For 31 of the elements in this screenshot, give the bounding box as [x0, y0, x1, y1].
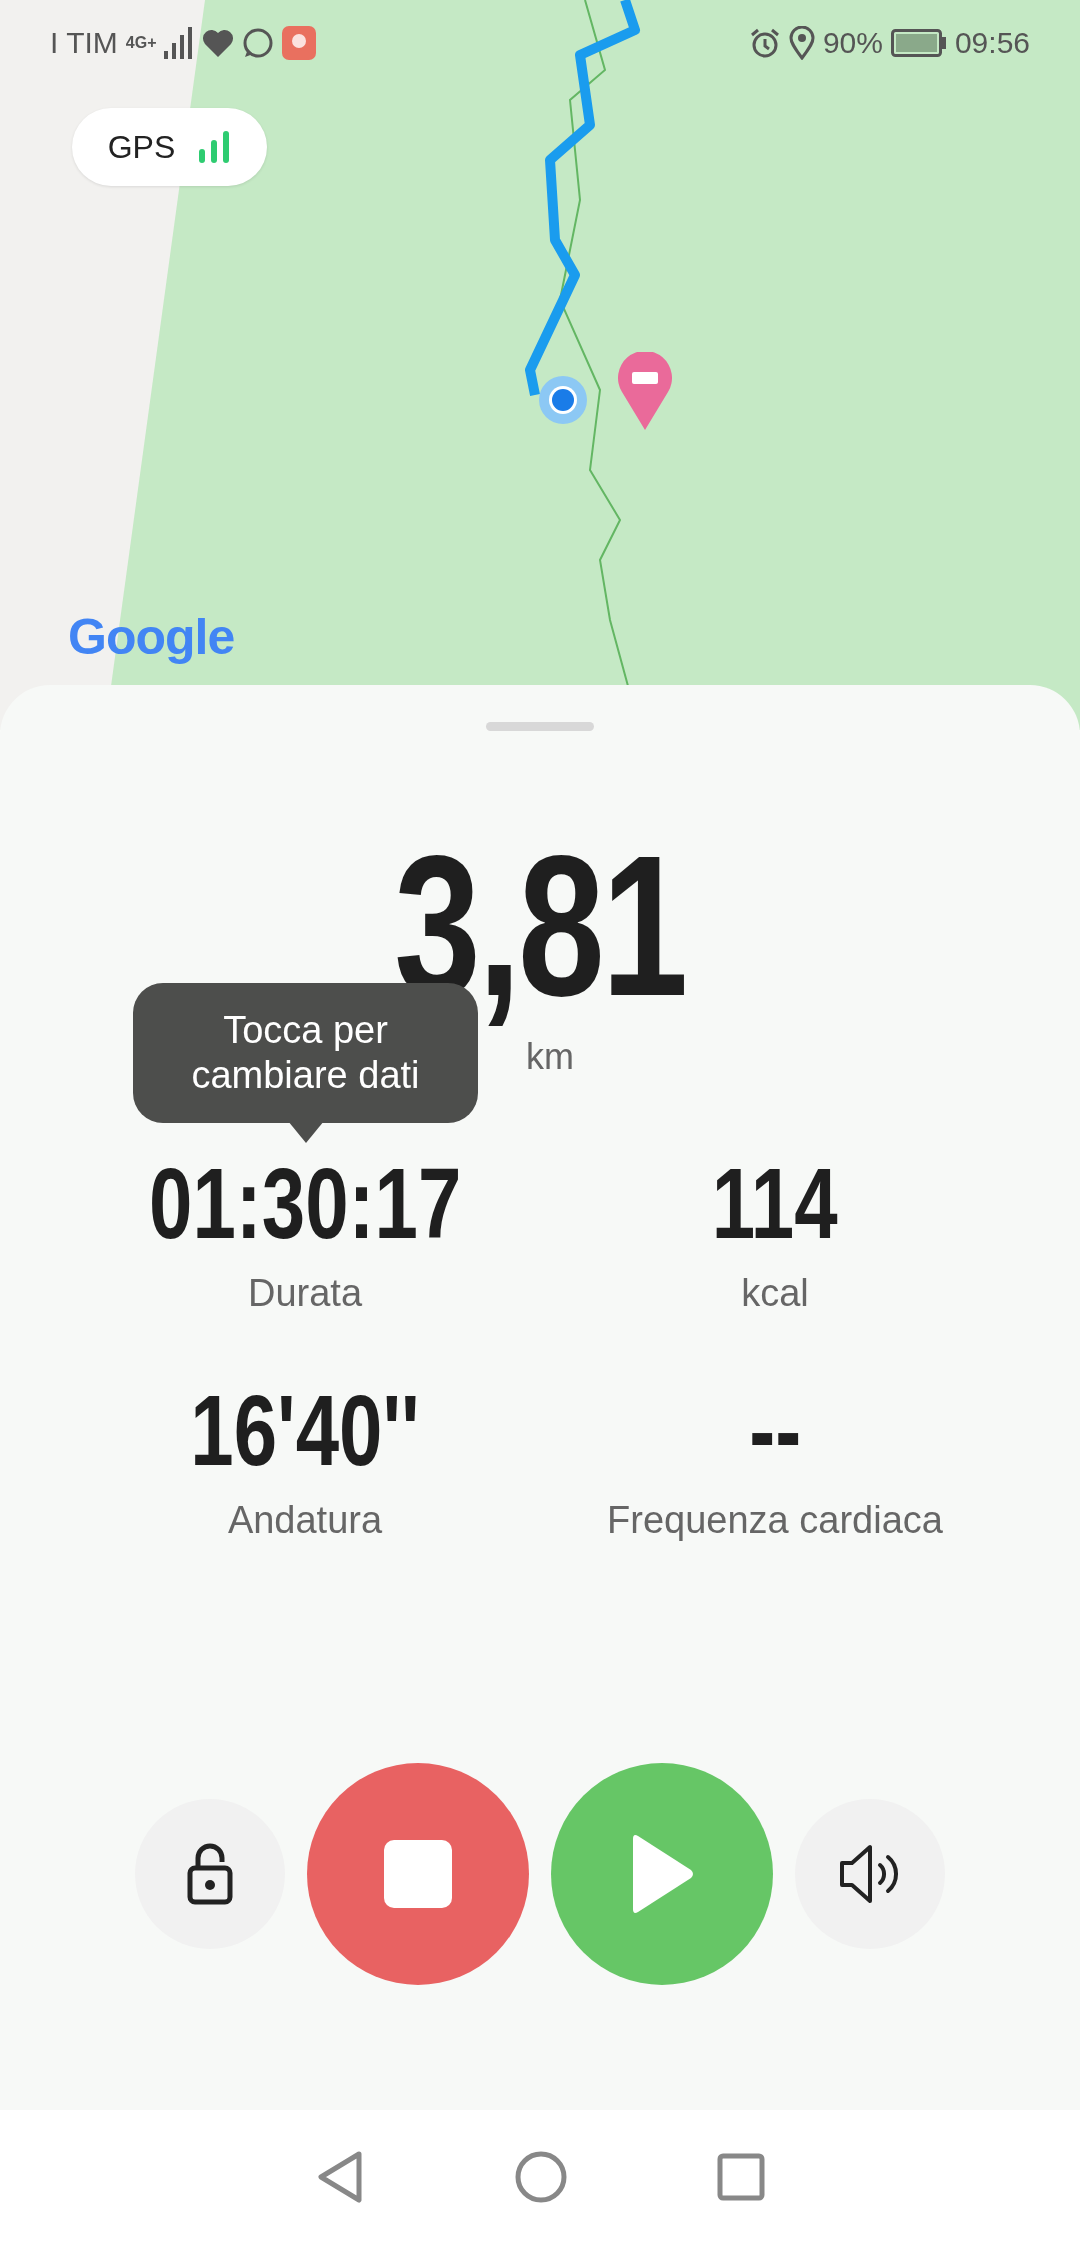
network-type: 4G+ [125, 34, 157, 52]
stat-label: Frequenza cardiaca [607, 1499, 943, 1542]
battery-icon [890, 29, 947, 57]
battery-percent: 90% [822, 26, 883, 60]
stat-value[interactable]: 16'40'' [190, 1375, 420, 1485]
distance-unit: km [526, 1036, 574, 1078]
stat-label: kcal [741, 1272, 809, 1315]
signal-icon [164, 27, 195, 59]
stat-value[interactable]: 114 [712, 1148, 838, 1258]
location-icon [788, 26, 815, 60]
stop-icon [384, 1840, 452, 1908]
carrier-name: I TIM [50, 26, 118, 60]
stat-label: Durata [247, 1272, 363, 1315]
stat-value[interactable]: 01:30:17 [148, 1148, 462, 1258]
map-attribution: Google [68, 608, 235, 666]
clock-time: 09:56 [954, 26, 1030, 60]
recents-button[interactable] [717, 2153, 765, 2201]
back-button[interactable] [315, 2150, 365, 2204]
signal-icon [199, 131, 232, 163]
gps-label: GPS [107, 128, 176, 166]
chat-icon [242, 27, 275, 59]
stat-value[interactable]: -- [749, 1375, 801, 1485]
lock-icon [186, 1842, 234, 1906]
drag-handle[interactable] [486, 722, 594, 731]
heart-icon [202, 29, 235, 57]
home-button[interactable] [515, 2151, 567, 2203]
stat-label: Andatura [227, 1499, 383, 1542]
map-pin-icon [618, 352, 672, 430]
alarm-icon [748, 27, 781, 59]
app-icon [282, 26, 317, 60]
location-dot-icon [539, 376, 587, 424]
